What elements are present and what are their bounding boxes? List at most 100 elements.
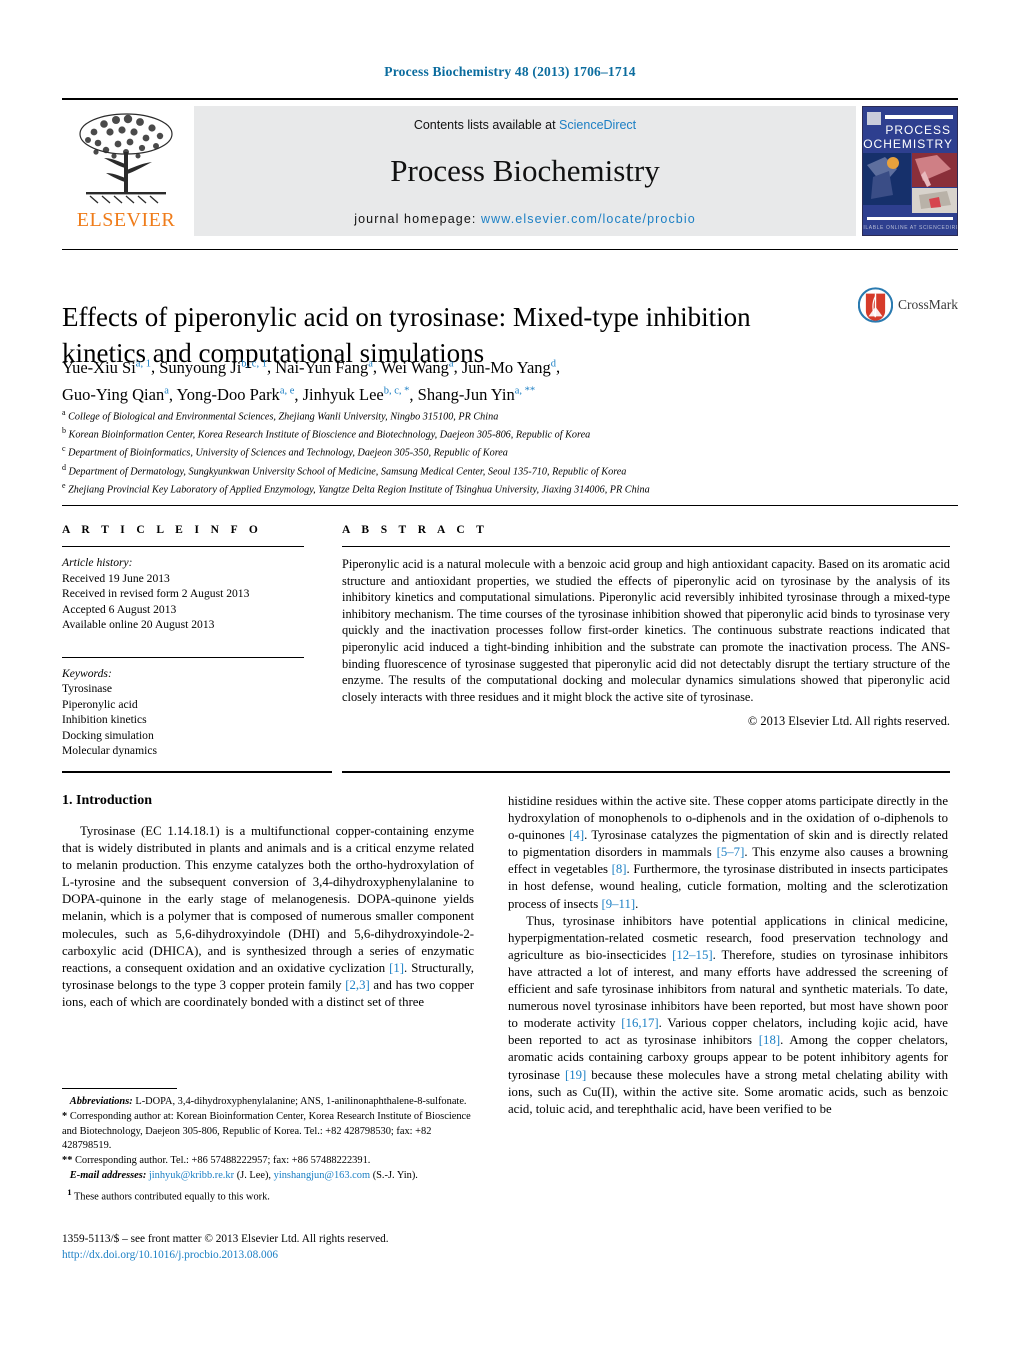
affiliation-text: Department of Bioinformatics, University… (68, 447, 508, 459)
affiliation-mark: b (62, 426, 66, 436)
email-link-1[interactable]: jinhyuk@kribb.re.kr (149, 1170, 234, 1181)
article-history-label: Article history: (62, 556, 133, 569)
citation-link[interactable]: [9–11] (601, 897, 635, 911)
keyword-item: Inhibition kinetics (62, 713, 147, 726)
body-paragraph: Thus, tyrosinase inhibitors have potenti… (508, 913, 948, 1116)
affiliation-item: a College of Biological and Environmenta… (62, 406, 942, 424)
author-list: Yue-Xiu Sia, 1, Sunyoung Jib, c, 1, Nai-… (62, 352, 802, 407)
journal-homepage-link[interactable]: www.elsevier.com/locate/procbio (481, 212, 696, 226)
author-name: Sunyoung Ji (159, 357, 242, 377)
citation-link[interactable]: [19] (565, 1068, 586, 1082)
affiliation-item: d Department of Dermatology, Sungkyunkwa… (62, 461, 942, 479)
article-history-item: Accepted 6 August 2013 (62, 602, 177, 616)
equal-contribution-text: These authors contributed equally to thi… (73, 1191, 270, 1203)
affiliation-text: College of Biological and Environmental … (68, 411, 499, 423)
author-affil-marks: b, c, * (383, 385, 410, 397)
crossmark-label: CrossMark (898, 297, 958, 312)
abbreviations-label: Abbreviations: (69, 1096, 133, 1107)
corresponding-text-2: Corresponding author. Tel.: +86 57488222… (75, 1155, 371, 1167)
contents-prefix: Contents lists available at (413, 118, 560, 132)
author-name: Shang-Jun Yin (417, 385, 515, 404)
author-entry: Nai-Yun Fanga (275, 358, 373, 377)
abstract-heading: A B S T R A C T (342, 524, 489, 536)
citation-link[interactable]: [18] (759, 1033, 780, 1047)
journal-masthead: ELSEVIER Contents lists available at Sci… (62, 98, 958, 236)
keywords-label: Keywords: (62, 666, 112, 680)
crossmark-badge[interactable]: CrossMark (858, 284, 958, 326)
author-affil-marks: a, e (279, 385, 295, 397)
citation-link[interactable]: [4] (569, 828, 584, 842)
article-history-item: Received 19 June 2013 (62, 571, 170, 585)
citation-link[interactable]: [12–15] (672, 948, 713, 962)
journal-article-page: Process Biochemistry 48 (2013) 1706–1714 (0, 0, 1020, 1351)
journal-homepage-line: journal homepage: www.elsevier.com/locat… (194, 212, 856, 226)
abstract-text: Piperonylic acid is a natural molecule w… (342, 557, 950, 704)
affiliation-text: Department of Dermatology, Sungkyunkwan … (68, 465, 627, 477)
author-entry: Sunyoung Jib, c, 1 (159, 358, 267, 377)
body-paragraph: histidine residues within the active sit… (508, 794, 949, 911)
doi-link[interactable]: http://dx.doi.org/10.1016/j.procbio.2013… (62, 1248, 492, 1264)
affiliation-mark: d (62, 462, 66, 472)
article-history-item: Available online 20 August 2013 (62, 618, 215, 631)
author-affil-marks: a, 1 (135, 358, 151, 369)
citation-link[interactable]: [16,17] (621, 1016, 658, 1030)
email-owner-1: (J. Lee), (236, 1170, 272, 1182)
contents-available-line: Contents lists available at ScienceDirec… (194, 118, 856, 132)
svg-text:AVAILABLE ONLINE AT SCIENCEDIR: AVAILABLE ONLINE AT SCIENCEDIRECT (863, 225, 957, 231)
footnote-block: Abbreviations: L-DOPA, 3,4-dihydroxyphen… (62, 1088, 474, 1206)
crossmark-icon (858, 287, 893, 323)
abstract-column: Piperonylic acid is a natural molecule w… (342, 546, 950, 729)
masthead-center: Contents lists available at ScienceDirec… (194, 106, 856, 236)
svg-text:BIOCHEMISTRY: BIOCHEMISTRY (863, 137, 953, 151)
author-name: Guo-Ying Qian (62, 385, 165, 404)
keyword-item: Tyrosinase (62, 682, 113, 695)
journal-title: Process Biochemistry (390, 153, 660, 188)
article-history-item: Received in revised form 2 August 2013 (62, 587, 250, 600)
title-divider (62, 249, 958, 250)
author-name: Wei Wang (380, 357, 449, 377)
affiliation-mark: e (62, 480, 66, 490)
citation-link[interactable]: [5–7] (717, 845, 745, 859)
sciencedirect-link[interactable]: ScienceDirect (559, 118, 636, 132)
author-affil-marks: a, ** (514, 385, 536, 397)
article-info-heading: A R T I C L E I N F O (62, 524, 263, 536)
affiliation-mark: a (62, 408, 66, 417)
author-line-1: Yue-Xiu Sia, 1, Sunyoung Jib, c, 1, Nai-… (62, 357, 561, 377)
keyword-item: Molecular dynamics (62, 744, 157, 757)
email-link-2[interactable]: yinshangjun@163.com (274, 1170, 370, 1181)
author-affil-marks: b, c, 1 (241, 358, 267, 369)
running-head: Process Biochemistry 48 (2013) 1706–1714 (384, 64, 636, 79)
author-entry: Yong-Doo Parka, e (177, 385, 295, 404)
abstract-rule (342, 546, 950, 547)
citation-link[interactable]: [1] (389, 961, 404, 975)
corresponding-marker-1: * (62, 1111, 68, 1123)
body-column-right: histidine residues within the active sit… (508, 793, 948, 1118)
author-entry: Jinhyuk Leeb, c, * (303, 385, 410, 404)
equal-contribution-marker: 1 (67, 1186, 72, 1197)
author-entry: Yue-Xiu Sia, 1 (62, 358, 151, 377)
corresponding-author-1: * Corresponding author at: Korean Bioinf… (62, 1110, 474, 1153)
affiliation-mark: c (62, 444, 66, 454)
keyword-item: Piperonylic acid (62, 697, 138, 711)
svg-text:PROCESS: PROCESS (885, 123, 951, 137)
body-column-left: Tyrosinase (EC 1.14.18.1) is a multifunc… (62, 823, 474, 1011)
author-entry: Wei Wanga (381, 358, 454, 377)
article-info-column: Article history: Received 19 June 2013 R… (62, 546, 304, 759)
journal-cover-thumbnail: PROCESS BIOCHEMISTRY AVAILABLE ONLINE AT… (862, 106, 958, 236)
affiliation-text: Zhejiang Provincial Key Laboratory of Ap… (68, 484, 650, 496)
author-entry: Shang-Jun Yina, ** (418, 385, 535, 404)
corresponding-marker-2: ** (62, 1155, 73, 1167)
citation-link[interactable]: [8] (612, 862, 627, 876)
equal-contribution-footnote: 1 These authors contributed equally to t… (62, 1185, 474, 1205)
citation-link[interactable]: [2,3] (345, 978, 370, 992)
affiliation-item: e Zhejiang Provincial Key Laboratory of … (62, 479, 942, 497)
author-name: Jun-Mo Yang (461, 357, 551, 377)
author-name: Yong-Doo Park (176, 385, 280, 404)
abstract-copyright: © 2013 Elsevier Ltd. All rights reserved… (747, 714, 950, 729)
author-name: Jinhyuk Lee (302, 385, 384, 404)
author-line-2: Guo-Ying Qiana, Yong-Doo Parka, e, Jinhy… (62, 385, 536, 404)
author-affil-marks: a (164, 385, 169, 397)
email-owner-2: (S.-J. Yin). (372, 1170, 418, 1182)
email-footnote: E-mail addresses: jinhyuk@kribb.re.kr (J… (62, 1169, 474, 1183)
affiliation-item: b Korean Bioinformation Center, Korea Re… (62, 424, 942, 442)
